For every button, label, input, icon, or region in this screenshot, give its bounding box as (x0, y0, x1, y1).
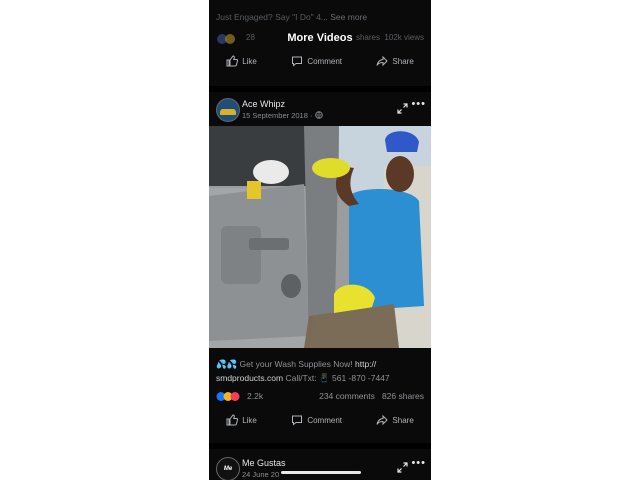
mobile-phone-icon: 📱 (319, 373, 330, 383)
comment-icon (292, 56, 303, 67)
post-action-bar: Like Comment Share (209, 409, 431, 431)
next-post-header: Me Gustas Me Gustas 24 June 20 ••• (216, 455, 428, 480)
home-indicator[interactable] (281, 471, 361, 474)
previous-post-text: Just Engaged? Say "I Do" 4... (216, 12, 328, 22)
shares-count: 826 shares (381, 391, 424, 401)
thumbs-up-icon (226, 55, 239, 67)
caption-link-domain[interactable]: smdproducts.com (216, 373, 283, 383)
share-icon (376, 414, 389, 426)
comments-shares[interactable]: 234 comments 826 shares (319, 391, 424, 401)
comments-count: 234 comments (319, 391, 375, 401)
comment-button[interactable]: Comment (291, 55, 342, 67)
more-videos-label[interactable]: More Videos (209, 32, 431, 44)
expand-icon[interactable] (397, 460, 408, 478)
like-label: Like (242, 56, 257, 66)
love-reaction-icon (230, 392, 240, 401)
next-page-avatar[interactable]: Me Gustas (216, 457, 240, 480)
comment-label: Comment (307, 415, 342, 425)
caption-link[interactable]: http:// (355, 359, 376, 369)
previous-post-snippet: Just Engaged? Say "I Do" 4... See more (216, 12, 367, 22)
post-stats: 2.2k 234 comments 826 shares (216, 391, 424, 403)
more-options-icon[interactable]: ••• (411, 98, 426, 110)
share-label: Share (392, 415, 414, 425)
post-header: Ace Whipz 15 September 2018 · ••• (216, 96, 428, 124)
thumbs-up-icon (226, 414, 239, 426)
post-divider (209, 443, 431, 449)
share-label: Share (392, 56, 414, 66)
comment-button[interactable]: Comment (291, 414, 342, 426)
globe-icon (314, 111, 323, 119)
share-button[interactable]: Share (376, 414, 414, 426)
share-icon (376, 55, 389, 67)
page-name[interactable]: Ace Whipz (242, 99, 285, 109)
sweat-droplets-icon: 💦💦 (216, 359, 238, 369)
post-date: 15 September 2018 · (242, 111, 323, 120)
post-caption: 💦💦 Get your Wash Supplies Now! http:// s… (216, 357, 424, 385)
page-avatar[interactable] (216, 98, 240, 122)
next-post-date: 24 June 20 (242, 470, 280, 479)
reaction-icons[interactable] (216, 391, 242, 404)
expand-icon[interactable] (397, 101, 408, 119)
post-divider (209, 86, 431, 92)
share-button[interactable]: Share (376, 55, 414, 67)
caption-phone[interactable]: 561 -870 -7447 (332, 373, 390, 383)
comment-label: Comment (307, 56, 342, 66)
like-button[interactable]: Like (226, 55, 257, 67)
feed-screen: Just Engaged? Say "I Do" 4... See more 2… (209, 0, 431, 480)
like-label: Like (242, 415, 257, 425)
reaction-count[interactable]: 2.2k (247, 391, 263, 401)
more-options-icon[interactable]: ••• (411, 457, 426, 469)
next-page-name[interactable]: Me Gustas (242, 458, 286, 468)
see-more-link[interactable]: See more (330, 12, 367, 22)
comment-icon (292, 415, 303, 426)
caption-call: Call/Txt: (285, 373, 317, 383)
video-player[interactable] (209, 126, 431, 348)
video-frame (209, 126, 431, 348)
previous-post-action-bar: Like Comment Share (209, 50, 431, 72)
like-button[interactable]: Like (226, 414, 257, 426)
caption-text: Get your Wash Supplies Now! (239, 359, 353, 369)
